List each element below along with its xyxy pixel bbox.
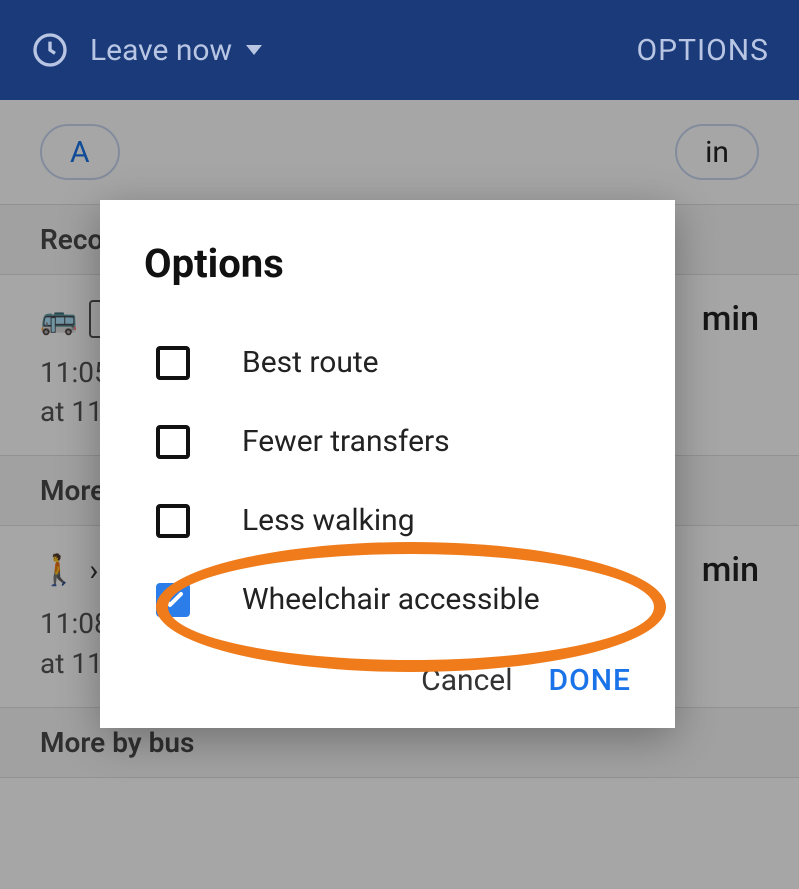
checkbox-unchecked[interactable] <box>156 346 190 380</box>
content-area: A in Reco 🚌 1 min 11:05 at 11 More 🚶 › m… <box>0 100 799 889</box>
options-link[interactable]: OPTIONS <box>637 33 769 68</box>
checkbox-unchecked[interactable] <box>156 504 190 538</box>
chevron-down-icon <box>246 45 262 55</box>
option-less-walking[interactable]: Less walking <box>144 481 631 560</box>
done-button[interactable]: DONE <box>549 663 632 698</box>
option-wheelchair-accessible[interactable]: Wheelchair accessible <box>144 560 631 639</box>
leave-now-label: Leave now <box>90 33 232 68</box>
options-dialog: Options Best route Fewer transfers Less … <box>100 200 675 728</box>
option-fewer-transfers[interactable]: Fewer transfers <box>144 402 631 481</box>
option-label: Less walking <box>242 503 415 538</box>
app-header: Leave now OPTIONS <box>0 0 799 100</box>
cancel-button[interactable]: Cancel <box>421 663 512 698</box>
option-best-route[interactable]: Best route <box>144 323 631 402</box>
option-label: Wheelchair accessible <box>242 582 540 617</box>
option-label: Best route <box>242 345 379 380</box>
option-label: Fewer transfers <box>242 424 450 459</box>
leave-now-dropdown[interactable]: Leave now <box>90 33 262 68</box>
dialog-actions: Cancel DONE <box>144 663 631 698</box>
dialog-title: Options <box>144 240 631 287</box>
checkbox-unchecked[interactable] <box>156 425 190 459</box>
check-icon <box>161 588 185 612</box>
clock-icon <box>30 30 70 70</box>
checkbox-checked[interactable] <box>156 583 190 617</box>
header-left: Leave now <box>30 30 262 70</box>
